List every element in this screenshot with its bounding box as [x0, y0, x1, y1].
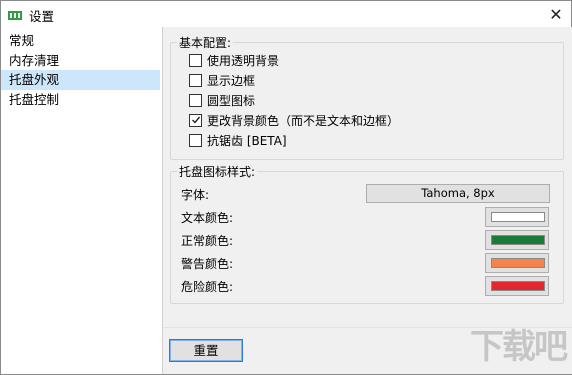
option-round-icon[interactable]: 圆型图标: [189, 92, 255, 108]
font-select-button[interactable]: Tahoma, 8px: [366, 184, 550, 203]
sidebar-item-tray-appearance[interactable]: 托盘外观: [1, 70, 160, 90]
sidebar-item-memory-cleanup[interactable]: 内存清理: [1, 51, 160, 71]
option-change-bg-color[interactable]: 更改背景颜色（而不是文本和边框）: [189, 112, 399, 128]
checkbox[interactable]: [189, 93, 202, 107]
danger-color-button[interactable]: [485, 276, 549, 296]
option-transparent-bg[interactable]: 使用透明背景: [189, 52, 279, 68]
tray-style-legend: 托盘图标样式:: [177, 163, 258, 180]
option-antialias[interactable]: 抗锯齿 [BETA]: [189, 132, 287, 148]
settings-window: 设置 ✕ 常规 内存清理 托盘外观 托盘控制 基本配置: 使用透明背景 显示边框…: [0, 0, 572, 375]
option-show-border[interactable]: 显示边框: [189, 72, 255, 88]
option-label: 抗锯齿 [BETA]: [207, 133, 287, 148]
settings-content: 基本配置: 使用透明背景 显示边框 圆型图标 更改背景颜色（而不是文本和边框） …: [162, 27, 572, 374]
checkbox-checked[interactable]: [189, 113, 202, 127]
watermark-logo: 下载吧: [470, 327, 568, 367]
checkmark-icon: [191, 116, 200, 124]
option-label: 使用透明背景: [207, 53, 280, 68]
option-label: 更改背景颜色（而不是文本和边框）: [207, 113, 400, 128]
option-label: 显示边框: [207, 73, 256, 88]
sidebar-item-general[interactable]: 常规: [1, 31, 160, 51]
font-label: 字体:: [181, 188, 210, 202]
warning-color-button[interactable]: [485, 253, 549, 273]
normal-color-label: 正常颜色:: [181, 234, 234, 248]
checkbox[interactable]: [189, 133, 202, 147]
reset-button[interactable]: 重置: [169, 339, 243, 362]
basic-config-group: 基本配置: 使用透明背景 显示边框 圆型图标 更改背景颜色（而不是文本和边框） …: [170, 34, 564, 160]
checkbox[interactable]: [189, 53, 202, 67]
app-icon: [8, 9, 22, 20]
checkbox[interactable]: [189, 73, 202, 87]
text-color-swatch: [491, 212, 545, 222]
normal-color-swatch: [491, 235, 545, 245]
danger-color-swatch: [491, 281, 545, 291]
text-color-label: 文本颜色:: [181, 211, 234, 225]
settings-sidebar: 常规 内存清理 托盘外观 托盘控制: [1, 28, 161, 374]
option-label: 圆型图标: [207, 93, 256, 108]
text-color-button[interactable]: [485, 207, 549, 227]
basic-config-legend: 基本配置:: [177, 34, 234, 51]
warning-color-swatch: [491, 258, 545, 268]
normal-color-button[interactable]: [485, 230, 549, 250]
sidebar-item-tray-control[interactable]: 托盘控制: [1, 90, 160, 110]
danger-color-label: 危险颜色:: [181, 280, 234, 294]
title-bar: 设置 ✕: [1, 1, 571, 27]
warning-color-label: 警告颜色:: [181, 257, 234, 271]
close-icon[interactable]: ✕: [541, 1, 571, 27]
window-title: 设置: [29, 9, 55, 24]
